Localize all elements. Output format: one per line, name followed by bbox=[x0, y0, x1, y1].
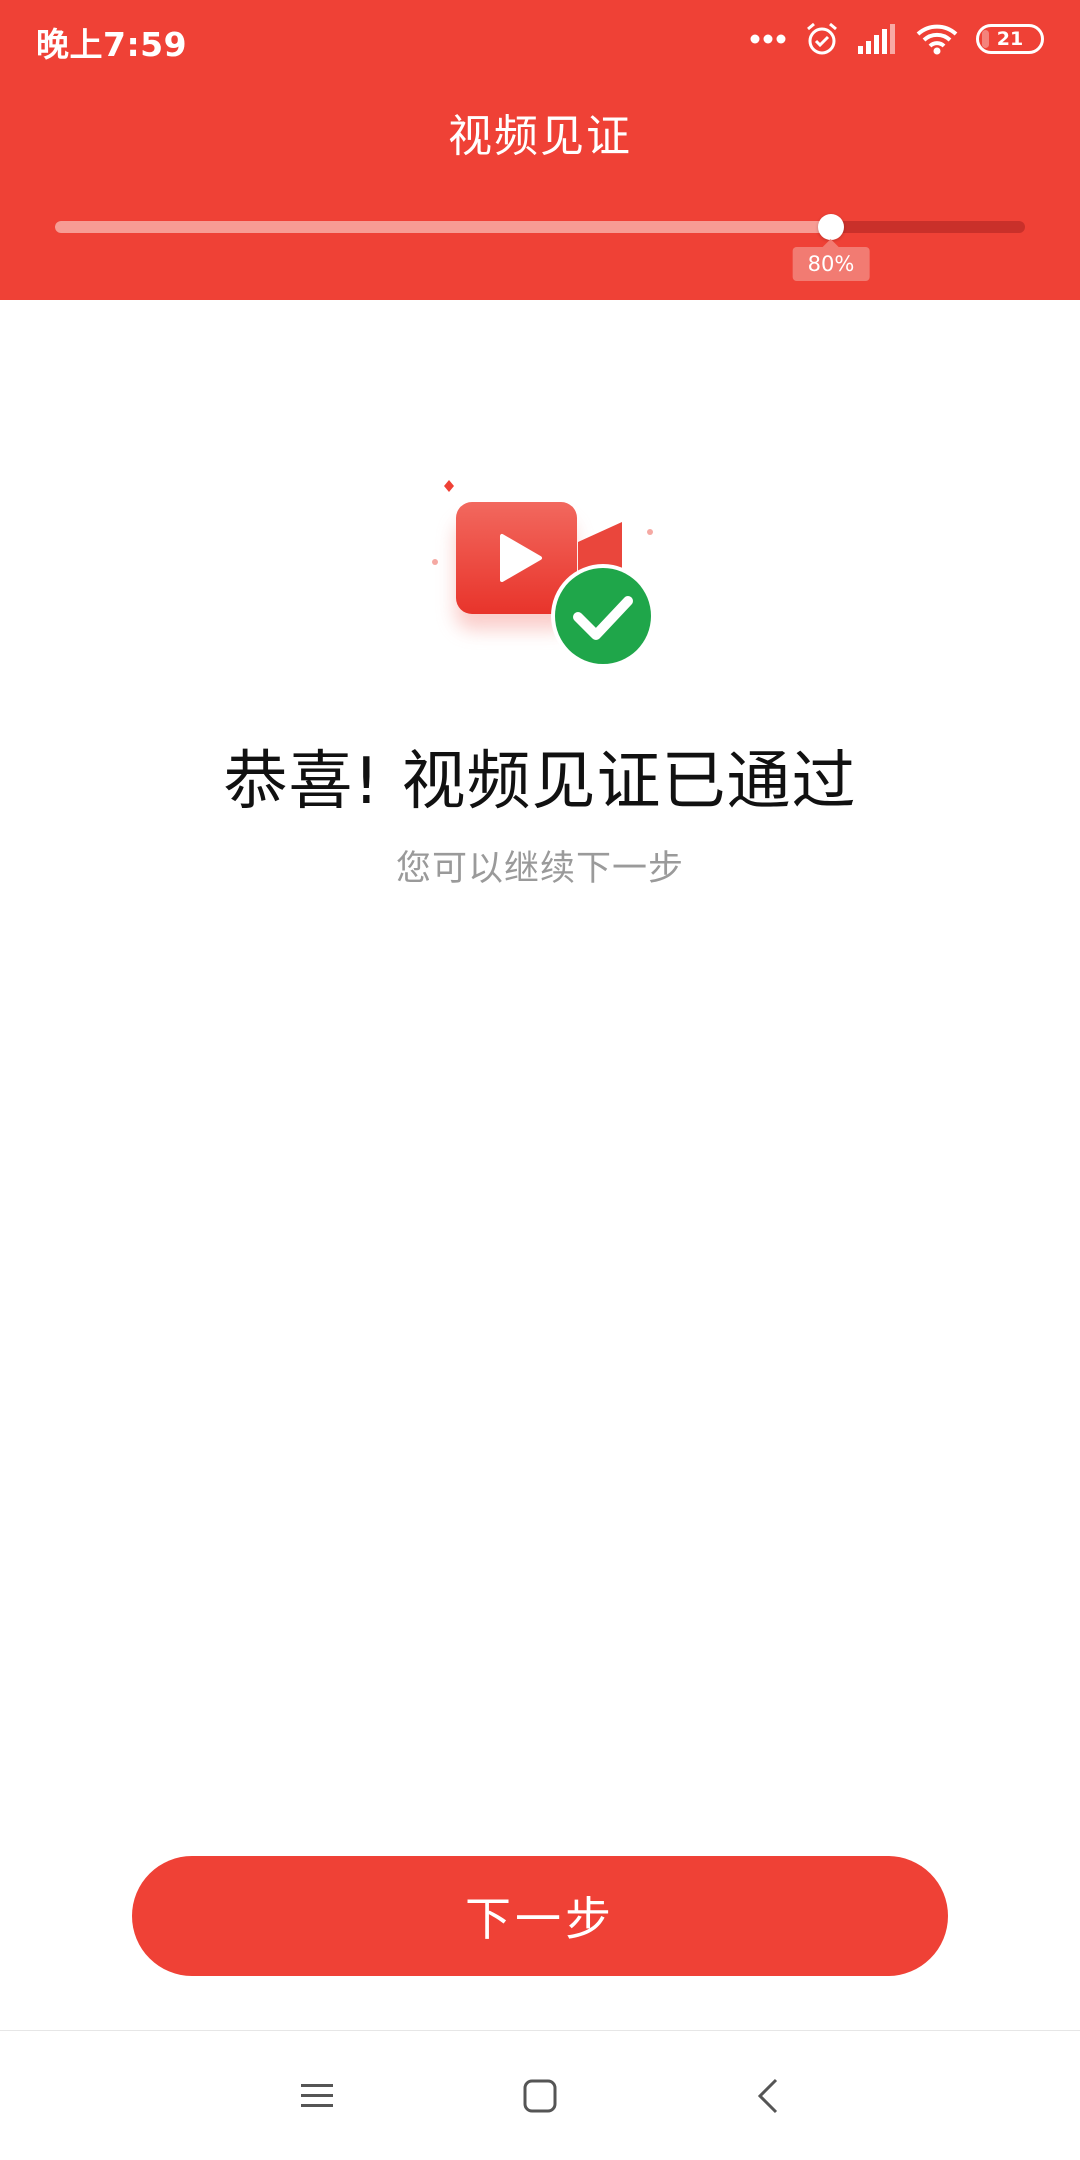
wifi-icon bbox=[916, 23, 958, 55]
home-icon[interactable] bbox=[505, 2061, 575, 2131]
progress-thumb bbox=[818, 214, 844, 240]
video-camera-check-icon bbox=[420, 470, 660, 680]
system-nav-bar bbox=[0, 2030, 1080, 2160]
page-title: 视频见证 bbox=[448, 111, 632, 162]
success-title: 恭喜! 视频见证已通过 bbox=[223, 745, 857, 819]
progress-label-wrap: 80% bbox=[792, 239, 870, 281]
battery-icon: 21 bbox=[976, 24, 1044, 54]
progress-fill bbox=[55, 221, 831, 233]
signal-icon bbox=[858, 24, 898, 54]
more-dots-icon bbox=[750, 33, 786, 45]
alarm-icon bbox=[804, 21, 840, 57]
status-bar: 晚上7:59 21 bbox=[0, 0, 1080, 78]
status-time: 晚上7:59 bbox=[36, 25, 188, 64]
back-icon[interactable] bbox=[733, 2061, 803, 2131]
progress-bar: 80% bbox=[55, 214, 1025, 281]
battery-level: 21 bbox=[996, 28, 1024, 50]
next-step-button[interactable]: 下一步 bbox=[132, 1856, 948, 1976]
success-subtitle: 您可以继续下一步 bbox=[395, 849, 684, 889]
progress-label: 80% bbox=[792, 239, 870, 281]
menu-icon[interactable] bbox=[282, 2061, 352, 2131]
status-icons: 21 bbox=[750, 16, 1044, 62]
header: 晚上7:59 21 视频见证 80% bbox=[0, 0, 1080, 300]
